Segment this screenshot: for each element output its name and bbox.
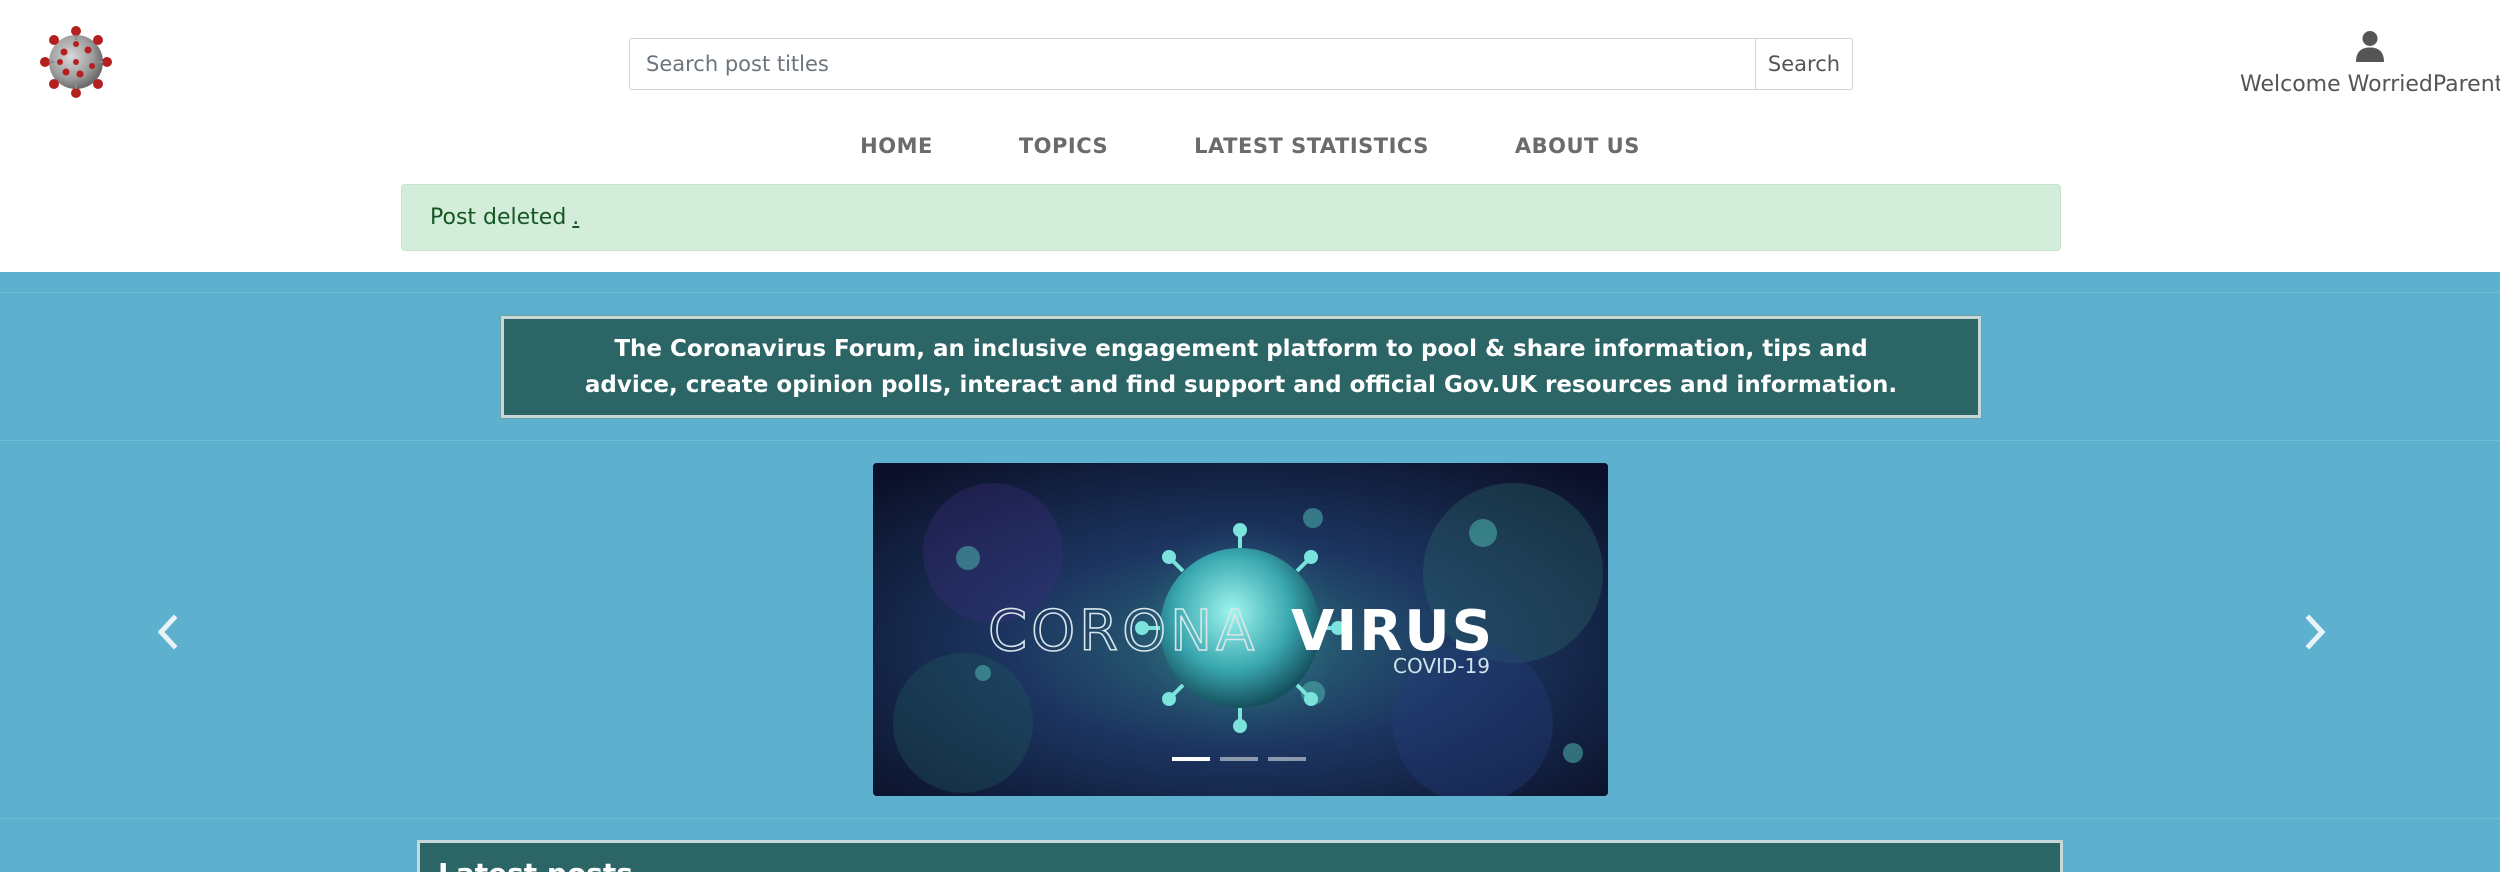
search-form: Search	[629, 38, 1853, 90]
carousel-indicator-3[interactable]	[1268, 757, 1306, 761]
nav-topics[interactable]: TOPICS	[976, 130, 1151, 162]
alert-link[interactable]: .	[572, 205, 579, 230]
carousel-next-button[interactable]	[2301, 612, 2331, 652]
carousel-indicator-1[interactable]	[1172, 757, 1210, 761]
user-icon	[2356, 31, 2384, 62]
latest-posts-title: Latest posts	[438, 857, 633, 872]
carousel-indicator-2[interactable]	[1220, 757, 1258, 761]
success-alert: Post deleted .	[401, 184, 2061, 251]
slide-title-light: CORONA	[988, 599, 1258, 664]
slide-subtitle: COVID-19	[1393, 654, 1490, 678]
nav-about-us[interactable]: ABOUT US	[1472, 130, 1683, 162]
latest-posts-panel: Latest posts	[417, 840, 2063, 872]
main-section: The Coronavirus Forum, an inclusive enga…	[0, 272, 2500, 872]
chevron-left-icon	[157, 614, 178, 650]
welcome-text: Welcome WorriedParent	[2240, 72, 2500, 97]
chevron-right-icon	[2305, 614, 2326, 650]
search-input[interactable]	[629, 38, 1755, 90]
intro-banner-text: The Coronavirus Forum, an inclusive enga…	[584, 336, 1898, 398]
intro-banner: The Coronavirus Forum, an inclusive enga…	[500, 315, 1982, 419]
carousel-indicators	[1172, 757, 1306, 761]
user-menu[interactable]: Welcome WorriedParent	[2240, 30, 2500, 97]
nav-latest-statistics[interactable]: LATEST STATISTICS	[1151, 130, 1472, 162]
carousel-slide-image[interactable]: CORONA VIRUS COVID-19	[873, 463, 1608, 796]
search-button[interactable]: Search	[1755, 38, 1853, 90]
nav-home[interactable]: HOME	[817, 130, 976, 162]
coronavirus-logo-icon[interactable]	[36, 22, 116, 102]
main-nav: HOME TOPICS LATEST STATISTICS ABOUT US	[0, 130, 2500, 162]
alert-message: Post deleted	[430, 205, 567, 230]
carousel-prev-button[interactable]	[152, 612, 182, 652]
